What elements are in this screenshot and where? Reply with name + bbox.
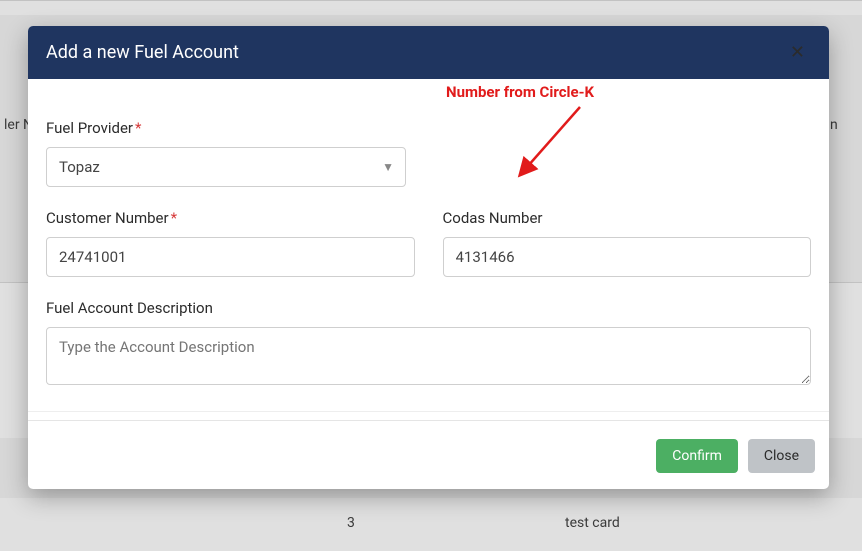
description-label: Fuel Account Description [46, 299, 811, 317]
fuel-provider-label-text: Fuel Provider [46, 119, 133, 137]
required-asterisk: * [171, 209, 177, 227]
fuel-provider-value: Topaz [46, 147, 406, 187]
codas-number-input[interactable] [443, 237, 812, 277]
fuel-provider-field: Fuel Provider* Topaz ▼ [46, 119, 415, 187]
fuel-provider-label: Fuel Provider* [46, 119, 415, 137]
description-textarea[interactable] [46, 327, 811, 385]
customer-number-label-text: Customer Number [46, 209, 169, 227]
spacer [443, 119, 812, 187]
customer-number-label: Customer Number* [46, 209, 415, 227]
codas-number-field: Codas Number [443, 209, 812, 277]
modal-body: Number from Circle-K Fuel Provider* Topa… [28, 79, 829, 420]
modal-title: Add a new Fuel Account [46, 42, 239, 63]
close-icon[interactable]: ✕ [784, 40, 811, 65]
fuel-provider-select[interactable]: Topaz ▼ [46, 147, 406, 187]
confirm-button[interactable]: Confirm [656, 439, 738, 473]
modal-footer: Confirm Close [28, 420, 829, 489]
annotation-note: Number from Circle-K [446, 83, 594, 101]
required-asterisk: * [135, 119, 141, 137]
customer-number-input[interactable] [46, 237, 415, 277]
modal-header: Add a new Fuel Account ✕ [28, 26, 829, 79]
customer-number-field: Customer Number* [46, 209, 415, 277]
close-button[interactable]: Close [748, 439, 815, 473]
codas-number-label: Codas Number [443, 209, 812, 227]
fuel-account-modal: Add a new Fuel Account ✕ Number from Cir… [28, 26, 829, 489]
body-divider [28, 411, 829, 412]
description-field: Fuel Account Description [46, 299, 811, 389]
